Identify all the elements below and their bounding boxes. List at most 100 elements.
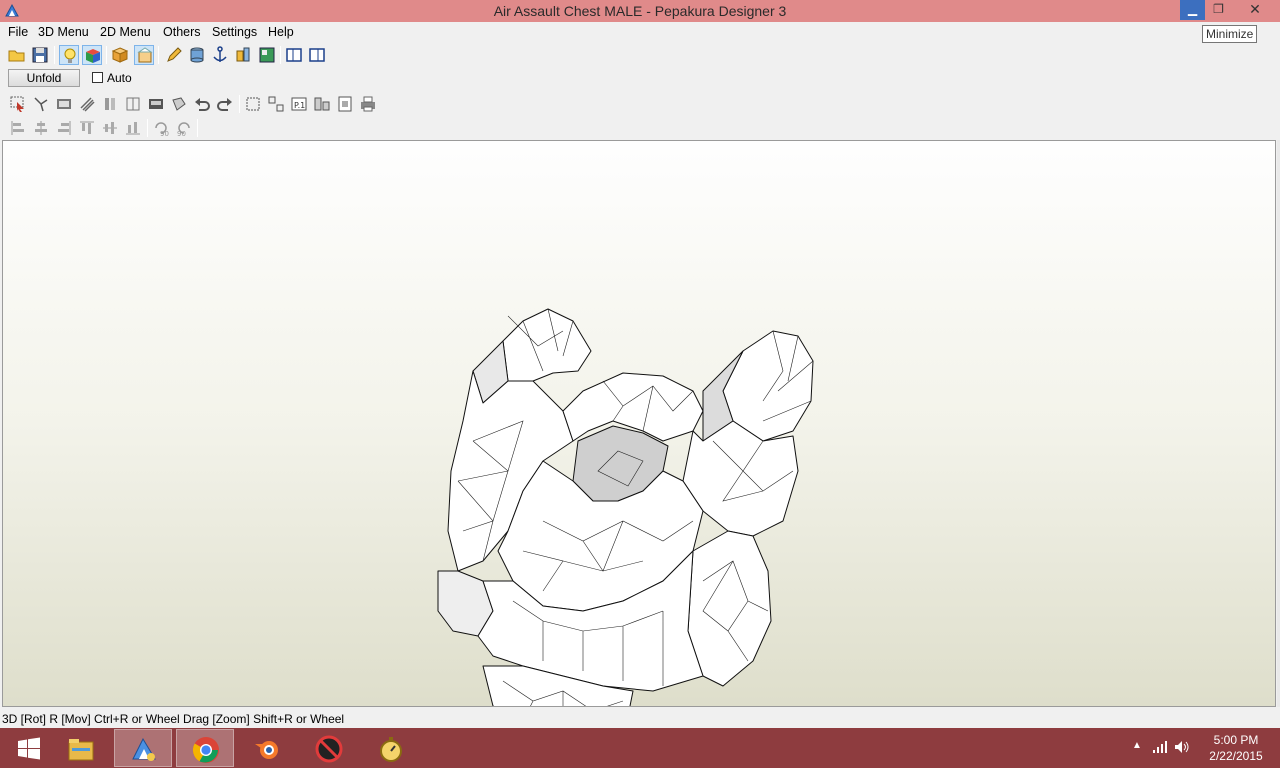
pepakura-icon bbox=[132, 737, 156, 761]
clock-date: 2/22/2015 bbox=[1209, 749, 1263, 763]
auto-checkbox[interactable] bbox=[92, 72, 103, 83]
box-view-button[interactable] bbox=[110, 45, 130, 65]
scale-button[interactable] bbox=[233, 45, 253, 65]
page-number-button[interactable]: P.1 bbox=[289, 94, 309, 114]
folder-open-icon bbox=[8, 50, 25, 62]
redo-button[interactable] bbox=[215, 94, 235, 114]
3d-viewport[interactable] bbox=[2, 140, 1276, 707]
blender-icon bbox=[255, 741, 278, 759]
svg-text:90: 90 bbox=[177, 130, 186, 138]
no-entry-icon bbox=[315, 735, 343, 763]
texture-settings-button[interactable] bbox=[257, 45, 277, 65]
select-arrow-icon bbox=[10, 96, 24, 112]
single-view-button[interactable] bbox=[284, 45, 304, 65]
3d-model-mesh[interactable] bbox=[3, 141, 1276, 707]
restore-icon: ❐ bbox=[1213, 2, 1224, 16]
rotate-left-icon: 90 bbox=[155, 122, 169, 138]
menu-file[interactable]: File bbox=[8, 25, 28, 39]
split-edge-icon bbox=[126, 97, 140, 111]
start-button[interactable] bbox=[0, 729, 58, 767]
align-bottom-button[interactable] bbox=[123, 118, 143, 138]
align-right-button[interactable] bbox=[54, 118, 74, 138]
rotate-right-90-button[interactable]: 90 bbox=[174, 118, 194, 138]
scale-icon bbox=[236, 47, 250, 62]
status-bar: 3D [Rot] R [Mov] Ctrl+R or Wheel Drag [Z… bbox=[0, 710, 1280, 728]
print-button[interactable] bbox=[358, 94, 378, 114]
layout-button[interactable] bbox=[312, 94, 332, 114]
move-tool-button[interactable] bbox=[31, 94, 51, 114]
minimize-icon: ▁ bbox=[1187, 2, 1198, 16]
select-tool-button[interactable] bbox=[8, 94, 28, 114]
close-button[interactable]: ✕ bbox=[1232, 0, 1278, 20]
arrange-button[interactable] bbox=[243, 94, 263, 114]
minimize-button[interactable]: ▁ bbox=[1180, 0, 1205, 20]
unfold-button[interactable]: Unfold bbox=[8, 69, 80, 87]
pencil-icon bbox=[167, 47, 182, 62]
texture-toggle-button[interactable] bbox=[82, 45, 102, 65]
windows-taskbar: ▲ 5:00 PM 2/22/2015 bbox=[0, 728, 1280, 768]
redo-icon bbox=[217, 98, 232, 111]
menu-3d[interactable]: 3D Menu bbox=[38, 25, 89, 39]
edit-button[interactable] bbox=[164, 45, 184, 65]
align-middle-icon bbox=[103, 122, 117, 134]
svg-text:P.1: P.1 bbox=[294, 101, 305, 110]
fold-tool-button[interactable] bbox=[169, 94, 189, 114]
align-bottom-icon bbox=[126, 122, 140, 135]
align-left-button[interactable] bbox=[8, 118, 28, 138]
rotate-left-90-button[interactable]: 90 bbox=[151, 118, 171, 138]
align-center-icon bbox=[35, 121, 47, 135]
menu-settings[interactable]: Settings bbox=[212, 25, 257, 39]
auto-arrange-button[interactable] bbox=[266, 94, 286, 114]
layout-grid-icon bbox=[314, 97, 330, 111]
unfold-view-button[interactable] bbox=[134, 45, 154, 65]
align-top-button[interactable] bbox=[77, 118, 97, 138]
menu-bar: File 3D Menu 2D Menu Others Settings Hel… bbox=[0, 22, 1280, 43]
print-settings-button[interactable] bbox=[335, 94, 355, 114]
cylinder-icon bbox=[190, 47, 204, 63]
flap-tool-button[interactable] bbox=[77, 94, 97, 114]
menu-others[interactable]: Others bbox=[163, 25, 201, 39]
cylinder-button[interactable] bbox=[187, 45, 207, 65]
stopwatch-icon bbox=[380, 737, 402, 762]
box-icon bbox=[111, 47, 129, 63]
join-tool-button[interactable] bbox=[100, 94, 120, 114]
align-middle-button[interactable] bbox=[100, 118, 120, 138]
chrome-icon bbox=[192, 737, 219, 763]
tray-expand-icon[interactable]: ▲ bbox=[1132, 740, 1142, 751]
anchor-button[interactable] bbox=[210, 45, 230, 65]
open-button[interactable] bbox=[7, 45, 27, 65]
join-edge-icon bbox=[105, 98, 115, 110]
close-icon: ✕ bbox=[1249, 1, 1261, 17]
undo-button[interactable] bbox=[192, 94, 212, 114]
split-view-button[interactable] bbox=[307, 45, 327, 65]
taskbar-file-explorer[interactable] bbox=[52, 729, 110, 767]
taskbar-blocked-app[interactable] bbox=[300, 729, 358, 767]
auto-label: Auto bbox=[107, 71, 132, 85]
save-button[interactable] bbox=[30, 45, 50, 65]
menu-help[interactable]: Help bbox=[268, 25, 294, 39]
minimize-tooltip: Minimize bbox=[1202, 25, 1258, 43]
page-number-icon: P.1 bbox=[291, 97, 307, 111]
texture-icon bbox=[259, 47, 275, 63]
taskbar-pepakura[interactable] bbox=[114, 729, 172, 767]
printer-icon bbox=[361, 96, 375, 112]
paper-box-icon bbox=[137, 47, 153, 63]
taskbar-stopwatch[interactable] bbox=[362, 729, 420, 767]
window-title: Air Assault Chest MALE - Pepakura Design… bbox=[493, 3, 787, 19]
part-tool-button[interactable] bbox=[146, 94, 166, 114]
main-toolbar bbox=[0, 44, 332, 67]
align-center-button[interactable] bbox=[31, 118, 51, 138]
edit-toolbar: P.1 bbox=[0, 93, 382, 116]
light-toggle-button[interactable] bbox=[59, 45, 79, 65]
network-signal-icon[interactable] bbox=[1152, 740, 1168, 754]
film-tool-button[interactable] bbox=[54, 94, 74, 114]
restore-button[interactable]: ❐ bbox=[1206, 0, 1231, 20]
taskbar-blender[interactable] bbox=[238, 729, 296, 767]
menu-2d[interactable]: 2D Menu bbox=[100, 25, 151, 39]
taskbar-clock[interactable]: 5:00 PM 2/22/2015 bbox=[1196, 732, 1276, 764]
film-strip-icon bbox=[57, 99, 71, 109]
split-tool-button[interactable] bbox=[123, 94, 143, 114]
taskbar-chrome[interactable] bbox=[176, 729, 234, 767]
volume-icon[interactable] bbox=[1174, 740, 1190, 754]
svg-text:90: 90 bbox=[160, 130, 169, 138]
